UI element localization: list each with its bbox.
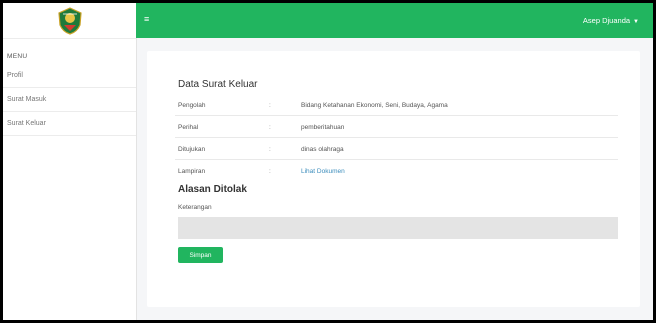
detail-row-lampiran: Lampiran : Lihat Dokumen (175, 162, 618, 181)
detail-card: Data Surat Keluar Pengolah : Bidang Keta… (147, 51, 640, 307)
row-value: dinas olahraga (301, 146, 344, 153)
save-button[interactable]: Simpan (178, 247, 223, 263)
logo-box (3, 3, 136, 39)
keterangan-input[interactable] (178, 217, 618, 239)
row-separator: : (269, 146, 271, 153)
user-name: Asep Djuanda (582, 16, 631, 25)
keterangan-label: Keterangan (178, 204, 212, 211)
app-frame: MENU Profil Surat Masuk Surat Keluar ≡ A… (3, 3, 653, 320)
user-menu[interactable]: Asep Djuanda ▼ (583, 16, 639, 25)
sidebar: MENU Profil Surat Masuk Surat Keluar (3, 3, 137, 320)
menu-title: MENU (7, 53, 28, 60)
row-label: Lampiran (178, 168, 206, 175)
sidebar-item-profil[interactable]: Profil (3, 64, 136, 88)
top-navbar: ≡ Asep Djuanda ▼ (136, 3, 653, 38)
detail-title: Data Surat Keluar (178, 79, 258, 90)
caret-down-icon: ▼ (633, 19, 639, 25)
row-label: Perihal (178, 124, 199, 131)
sidebar-item-surat-masuk[interactable]: Surat Masuk (3, 88, 136, 112)
detail-row-pengolah: Pengolah : Bidang Ketahanan Ekonomi, Sen… (175, 96, 618, 116)
row-label: Ditujukan (178, 146, 206, 153)
detail-row-perihal: Perihal : pemberitahuan (175, 118, 618, 138)
row-separator: : (269, 168, 271, 175)
hamburger-icon[interactable]: ≡ (144, 14, 149, 24)
view-document-link[interactable]: Lihat Dokumen (301, 168, 345, 175)
row-label: Pengolah (178, 102, 206, 109)
west-java-emblem-icon (57, 6, 82, 35)
row-separator: : (269, 102, 271, 109)
row-value: Bidang Ketahanan Ekonomi, Seni, Budaya, … (301, 102, 448, 109)
row-value: pemberitahuan (301, 124, 345, 131)
rejection-title: Alasan Ditolak (178, 184, 247, 195)
row-separator: : (269, 124, 271, 131)
sidebar-item-surat-keluar[interactable]: Surat Keluar (3, 112, 136, 136)
detail-row-ditujukan: Ditujukan : dinas olahraga (175, 140, 618, 160)
